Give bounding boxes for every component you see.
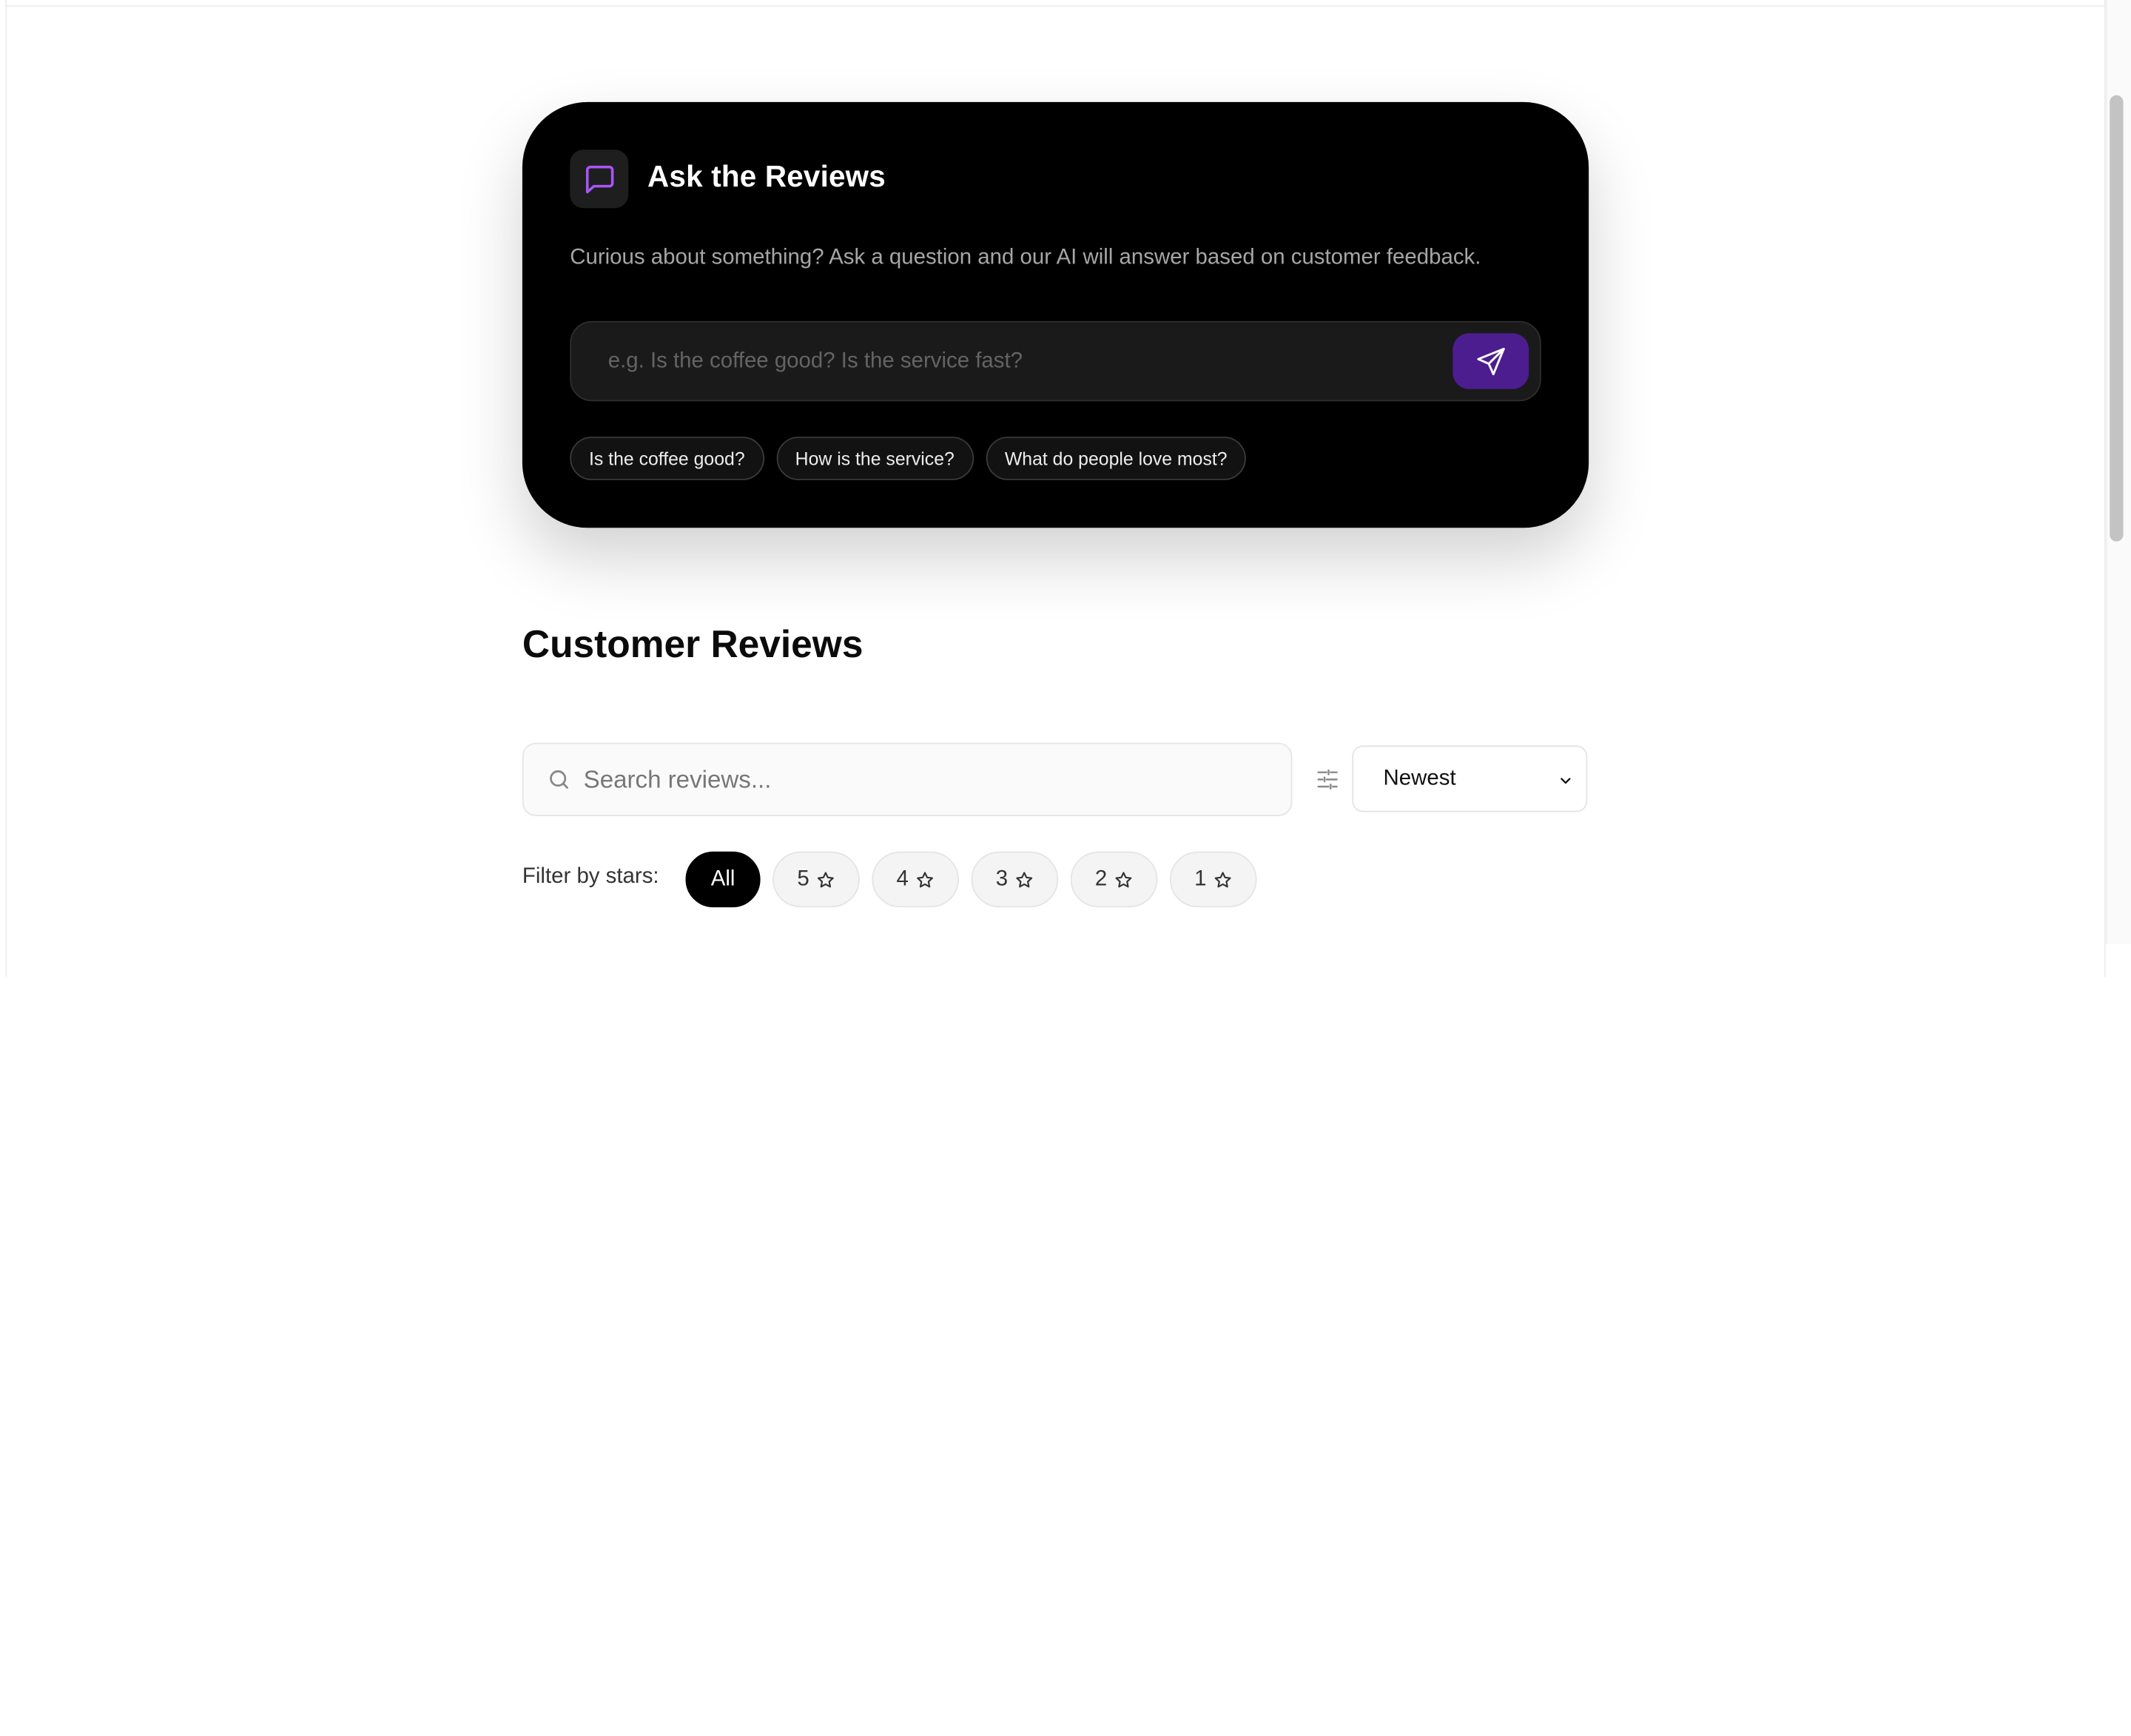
star-filter-label: All [710,867,735,891]
star-icon [1214,871,1231,887]
ask-description: Curious about something? Ask a question … [570,246,1481,269]
send-icon [1477,347,1505,375]
review-search-box [522,742,1293,816]
star-filter-label: 1 [1194,867,1207,891]
scrollbar-thumb[interactable] [2110,95,2124,542]
star-filter-2[interactable]: 2 [1070,851,1158,908]
star-icon [1016,871,1033,887]
suggestion-chip[interactable]: Is the coffee good? [570,437,764,480]
page: Ask the Reviews Curious about something?… [0,0,2131,1736]
suggestion-chips: Is the coffee good? How is the service? … [570,437,1247,480]
star-icon [917,871,933,887]
ask-question-input[interactable] [571,322,1442,400]
top-divider [5,5,2106,7]
ask-reviews-card: Ask the Reviews Curious about something?… [522,101,1589,528]
review-search-input[interactable] [583,744,1264,815]
sort-select[interactable]: Newest [1352,745,1588,813]
star-icon [817,871,834,887]
search-icon [550,770,568,789]
star-filter-4[interactable]: 4 [872,851,960,908]
chevron-down-icon [1561,778,1571,784]
suggestion-chip[interactable]: How is the service? [775,437,974,480]
star-filter-group: All 5 4 3 2 1 [685,851,1257,908]
reviews-title: Customer Reviews [522,622,863,665]
star-filter-label: 5 [797,867,809,891]
send-button[interactable] [1452,333,1529,389]
ask-title: Ask the Reviews [647,159,886,194]
sliders-icon [1317,769,1338,790]
star-filter-5[interactable]: 5 [772,851,860,908]
suggestion-chip[interactable]: What do people love most? [986,437,1247,480]
star-filter-1[interactable]: 1 [1169,851,1257,908]
ask-input-container [570,320,1541,402]
star-filter-3[interactable]: 3 [971,851,1059,908]
sort-selected-value: Newest [1383,766,1456,790]
star-filter-label: 2 [1094,867,1108,891]
filter-by-stars-label: Filter by stars: [522,865,659,889]
star-filter-all[interactable]: All [685,851,761,908]
chat-icon [570,149,629,209]
star-filter-label: 3 [995,867,1009,891]
star-icon [1115,871,1132,887]
star-filter-label: 4 [896,867,909,891]
